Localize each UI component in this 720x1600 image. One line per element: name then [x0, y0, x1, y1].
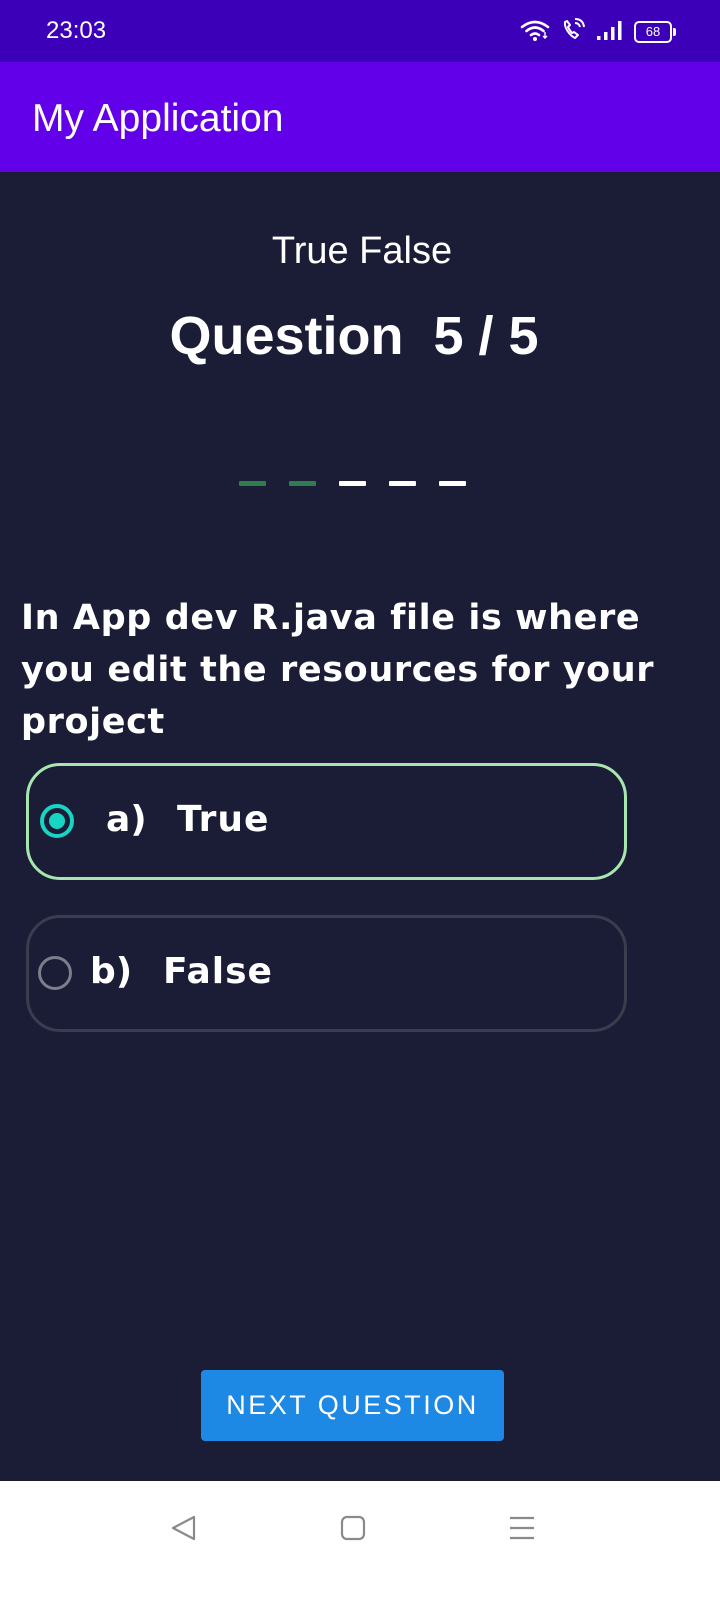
- question-text: In App dev R.java file is where you edit…: [21, 598, 655, 742]
- status-bar: 23:03 68: [0, 0, 720, 62]
- option-text-a: True: [177, 799, 270, 840]
- progress-dash: [389, 481, 416, 486]
- option-text-b: False: [163, 951, 273, 992]
- progress-dash: [339, 481, 366, 486]
- home-icon[interactable]: [333, 1508, 373, 1548]
- navigation-bar: [0, 1481, 720, 1600]
- option-a[interactable]: a) True: [26, 763, 627, 880]
- next-question-button[interactable]: NEXT QUESTION: [201, 1370, 504, 1441]
- signal-icon: [596, 18, 624, 46]
- radio-button-b[interactable]: [38, 956, 72, 990]
- question-counter: Question 5 / 5: [169, 306, 539, 366]
- progress-dash: [239, 481, 266, 486]
- menu-icon[interactable]: [502, 1508, 542, 1548]
- status-time: 23:03: [46, 17, 107, 44]
- wifi-calling-icon: [560, 18, 586, 46]
- radio-button-a[interactable]: [40, 804, 74, 838]
- option-b[interactable]: b) False: [26, 915, 627, 1032]
- app-title: My Application: [32, 97, 284, 140]
- option-letter-a: a): [106, 799, 147, 840]
- back-icon[interactable]: [164, 1508, 204, 1548]
- progress-indicator: [239, 481, 466, 486]
- battery-icon: 68: [634, 21, 676, 43]
- quiz-type-label: True False: [271, 230, 453, 272]
- app-bar: My Application: [0, 62, 720, 172]
- wifi-icon: [520, 18, 550, 46]
- progress-dash: [289, 481, 316, 486]
- progress-dash: [439, 481, 466, 486]
- option-letter-b: b): [90, 951, 133, 992]
- status-icons: 68: [520, 18, 676, 46]
